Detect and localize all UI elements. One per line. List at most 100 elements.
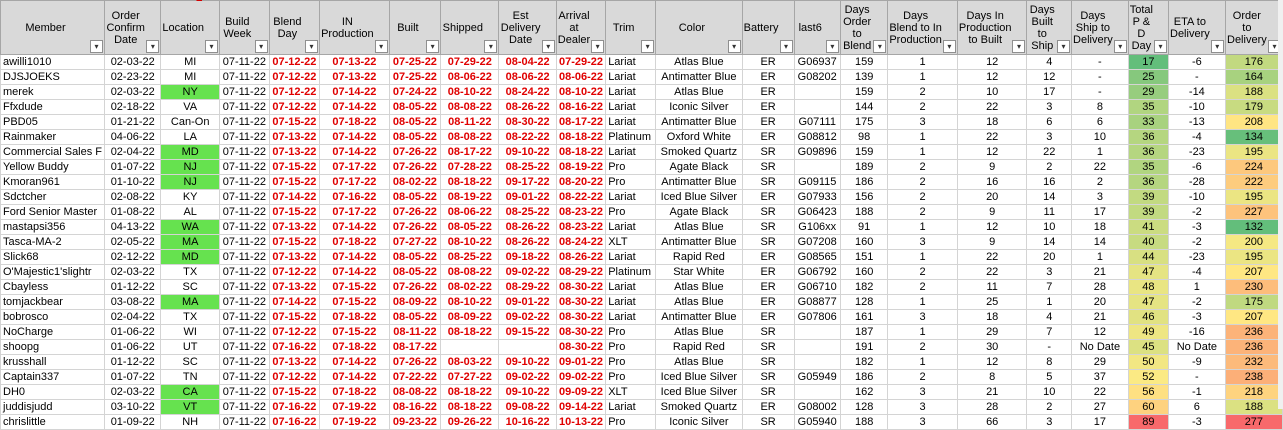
column-header[interactable]: Arrival at Dealer ▾ (555, 0, 607, 55)
color-cell[interactable]: Iced Blue Silver (655, 369, 743, 385)
member-cell[interactable]: Rainmaker (0, 129, 106, 145)
blend-day-cell[interactable]: 07-14-22 (268, 189, 321, 205)
battery-cell[interactable]: SR (741, 384, 795, 400)
in-production-cell[interactable]: 07-18-22 (319, 339, 390, 355)
days-built-ship-cell[interactable]: 3 (1026, 129, 1073, 145)
days-blend-prod-cell[interactable]: 1 (887, 69, 958, 85)
member-cell[interactable]: krusshall (0, 354, 106, 370)
eta-cell[interactable]: No Date (1168, 339, 1226, 355)
days-built-ship-cell[interactable]: 3 (1026, 414, 1073, 430)
order-date-cell[interactable]: 02-05-22 (104, 234, 162, 250)
color-cell[interactable]: Antimatter Blue (655, 174, 743, 190)
last6-cell[interactable]: G08202 (793, 69, 841, 85)
in-production-cell[interactable]: 07-14-22 (319, 144, 390, 160)
total-days-cell[interactable]: 50 (1127, 354, 1170, 370)
column-header[interactable]: Trim ▾ (605, 0, 657, 55)
days-ship-delivery-cell[interactable]: 3 (1071, 189, 1129, 205)
blend-day-cell[interactable]: 07-14-22 (268, 294, 321, 310)
battery-cell[interactable]: SR (741, 204, 795, 220)
built-cell[interactable]: 07-26-22 (388, 144, 442, 160)
in-production-cell[interactable]: 07-18-22 (319, 309, 390, 325)
arrival-cell[interactable]: 08-18-22 (555, 144, 607, 160)
order-to-delivery-cell[interactable]: 200 (1224, 234, 1283, 250)
order-date-cell[interactable]: 01-12-22 (104, 354, 162, 370)
order-date-cell[interactable]: 01-06-22 (104, 324, 162, 340)
in-production-cell[interactable]: 07-18-22 (319, 114, 390, 130)
location-cell[interactable]: MI (160, 69, 220, 85)
days-prod-built-cell[interactable]: 22 (956, 249, 1028, 265)
days-blend-prod-cell[interactable]: 2 (887, 159, 958, 175)
eta-cell[interactable]: -6 (1168, 159, 1226, 175)
days-built-ship-cell[interactable]: 10 (1026, 219, 1073, 235)
est-delivery-cell[interactable] (498, 339, 557, 355)
arrival-cell[interactable]: 08-22-22 (555, 189, 607, 205)
filter-dropdown-icon[interactable]: ▾ (146, 40, 160, 53)
eta-cell[interactable]: -13 (1168, 114, 1226, 130)
order-to-delivery-cell[interactable]: 207 (1224, 264, 1283, 280)
eta-cell[interactable]: - (1168, 369, 1226, 385)
arrival-cell[interactable]: 08-16-22 (555, 99, 607, 115)
trim-cell[interactable]: Platinum (605, 129, 657, 145)
build-week-cell[interactable]: 07-11-22 (218, 324, 270, 340)
build-week-cell[interactable]: 07-11-22 (218, 249, 270, 265)
days-built-ship-cell[interactable]: 3 (1026, 99, 1073, 115)
member-cell[interactable]: merek (0, 84, 106, 100)
days-ship-delivery-cell[interactable]: 14 (1071, 234, 1129, 250)
total-days-cell[interactable]: 35 (1127, 159, 1170, 175)
order-date-cell[interactable]: 02-04-22 (104, 309, 162, 325)
build-week-cell[interactable]: 07-11-22 (218, 54, 270, 70)
order-to-delivery-cell[interactable]: 236 (1224, 324, 1283, 340)
arrival-cell[interactable]: 08-24-22 (555, 234, 607, 250)
location-cell[interactable]: NJ (160, 174, 220, 190)
in-production-cell[interactable]: 07-18-22 (319, 384, 390, 400)
days-ship-delivery-cell[interactable]: No Date (1071, 339, 1129, 355)
days-blend-prod-cell[interactable]: 2 (887, 279, 958, 295)
eta-cell[interactable]: -23 (1168, 249, 1226, 265)
color-cell[interactable]: Antimatter Blue (655, 114, 743, 130)
member-cell[interactable]: shoopg (0, 339, 106, 355)
blend-day-cell[interactable]: 07-13-22 (268, 129, 321, 145)
member-cell[interactable]: Commercial Sales F (0, 144, 106, 160)
build-week-cell[interactable]: 07-11-22 (218, 69, 270, 85)
arrival-cell[interactable]: 08-20-22 (555, 174, 607, 190)
location-cell[interactable]: NJ (160, 159, 220, 175)
member-cell[interactable]: bobrosco (0, 309, 106, 325)
built-cell[interactable]: 07-26-22 (388, 204, 442, 220)
color-cell[interactable]: Antimatter Blue (655, 309, 743, 325)
days-ship-delivery-cell[interactable]: 12 (1071, 324, 1129, 340)
arrival-cell[interactable]: 08-19-22 (555, 159, 607, 175)
shipped-cell[interactable]: 08-08-22 (440, 264, 500, 280)
blend-day-cell[interactable]: 07-12-22 (268, 99, 321, 115)
last6-cell[interactable] (793, 99, 841, 115)
eta-cell[interactable]: -2 (1168, 234, 1226, 250)
shipped-cell[interactable]: 07-28-22 (440, 159, 500, 175)
column-header[interactable]: Build Week ▾ (218, 0, 270, 55)
shipped-cell[interactable]: 08-06-22 (440, 69, 500, 85)
trim-cell[interactable]: Platinum (605, 264, 657, 280)
trim-cell[interactable]: Lariat (605, 189, 657, 205)
blend-day-cell[interactable]: 07-13-22 (268, 219, 321, 235)
eta-cell[interactable]: 1 (1168, 279, 1226, 295)
est-delivery-cell[interactable]: 09-01-22 (498, 294, 557, 310)
location-cell[interactable]: TX (160, 309, 220, 325)
build-week-cell[interactable]: 07-11-22 (218, 114, 270, 130)
trim-cell[interactable]: Lariat (605, 309, 657, 325)
blend-day-cell[interactable]: 07-13-22 (268, 279, 321, 295)
last6-cell[interactable] (793, 384, 841, 400)
color-cell[interactable]: Iced Blue Silver (655, 189, 743, 205)
built-cell[interactable]: 08-16-22 (388, 399, 442, 415)
order-to-delivery-cell[interactable]: 236 (1224, 339, 1283, 355)
days-order-blend-cell[interactable]: 139 (839, 69, 889, 85)
est-delivery-cell[interactable]: 08-26-22 (498, 219, 557, 235)
last6-cell[interactable]: G08002 (793, 399, 841, 415)
in-production-cell[interactable]: 07-19-22 (319, 399, 390, 415)
blend-day-cell[interactable]: 07-15-22 (268, 234, 321, 250)
days-prod-built-cell[interactable]: 12 (956, 69, 1028, 85)
member-cell[interactable]: juddisjudd (0, 399, 106, 415)
scrollbar[interactable] (1278, 0, 1283, 409)
member-cell[interactable]: tomjackbear (0, 294, 106, 310)
built-cell[interactable]: 08-11-22 (388, 324, 442, 340)
shipped-cell[interactable]: 07-27-22 (440, 369, 500, 385)
built-cell[interactable]: 08-05-22 (388, 309, 442, 325)
build-week-cell[interactable]: 07-11-22 (218, 144, 270, 160)
